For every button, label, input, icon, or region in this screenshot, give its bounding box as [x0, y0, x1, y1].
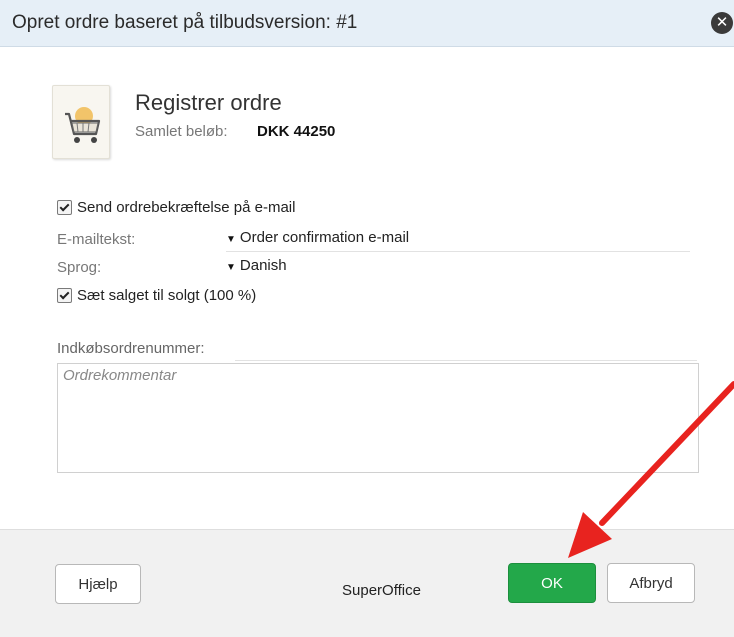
- checkmark-icon: [59, 289, 70, 300]
- close-icon[interactable]: ✕: [711, 12, 733, 34]
- shopping-cart-icon: [52, 85, 110, 159]
- po-number-input[interactable]: [235, 338, 697, 361]
- dialog-title: Opret ordre baseret på tilbudsversion: #…: [12, 12, 358, 33]
- cancel-button[interactable]: Afbryd: [607, 563, 695, 603]
- caret-down-icon: ▼: [226, 234, 236, 245]
- help-button[interactable]: Hjælp: [55, 564, 141, 604]
- caret-down-icon: ▼: [226, 262, 236, 273]
- language-value: Danish: [239, 257, 287, 274]
- set-sold-checkbox[interactable]: [57, 288, 72, 303]
- email-text-dropdown[interactable]: ▼ Order confirmation e-mail: [226, 229, 690, 252]
- send-confirmation-checkbox[interactable]: [57, 200, 72, 215]
- po-number-label: Indkøbsordrenummer:: [57, 340, 205, 357]
- brand-label: SuperOffice: [342, 582, 421, 599]
- send-confirmation-label[interactable]: Send ordrebekræftelse på e-mail: [77, 199, 295, 216]
- checkmark-icon: [59, 201, 70, 212]
- page-title: Registrer ordre: [135, 90, 282, 115]
- order-comment-textarea[interactable]: [57, 363, 699, 473]
- set-sold-label[interactable]: Sæt salget til solgt (100 %): [77, 287, 256, 304]
- ok-button[interactable]: OK: [508, 563, 596, 603]
- email-text-label: E-mailtekst:: [57, 231, 136, 248]
- language-dropdown[interactable]: ▼ Danish: [226, 257, 426, 279]
- total-amount-label: Samlet beløb:: [135, 123, 228, 140]
- total-amount-value: DKK 44250: [257, 123, 336, 140]
- language-label: Sprog:: [57, 259, 102, 276]
- dialog-titlebar: Opret ordre baseret på tilbudsversion: #…: [0, 0, 734, 47]
- email-text-value: Order confirmation e-mail: [239, 229, 410, 246]
